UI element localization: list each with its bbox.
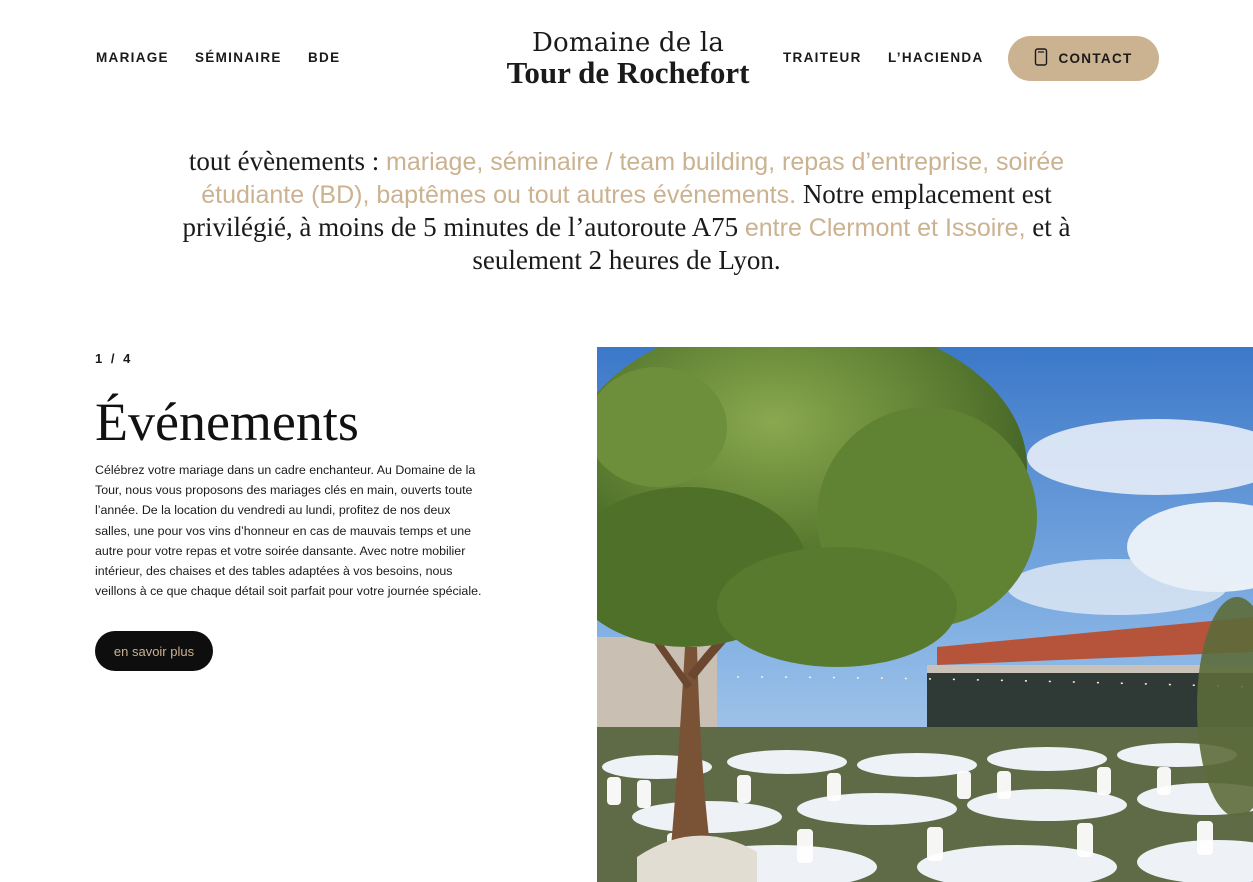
slide-current: 1 <box>95 351 104 366</box>
learn-more-button[interactable]: en savoir plus <box>95 631 213 671</box>
site-logo[interactable]: Domaine de la Tour de Rochefort <box>500 28 756 88</box>
nav-seminaire[interactable]: SÉMINAIRE <box>195 50 282 65</box>
event-photo <box>597 347 1253 882</box>
slide-total: 4 <box>123 351 132 366</box>
intro-highlight-location: entre Clermont et Issoire, <box>744 214 1026 242</box>
nav-mariage[interactable]: MARIAGE <box>96 50 169 65</box>
slide-counter: 1 / 4 <box>95 351 131 366</box>
contact-label: CONTACT <box>1058 51 1133 66</box>
nav-hacienda[interactable]: L’HACIENDA <box>888 50 984 65</box>
slide-separator: / <box>110 351 116 366</box>
intro-text-1: tout évènements : <box>188 146 387 176</box>
contact-button[interactable]: CONTACT <box>1008 36 1159 81</box>
nav-bde[interactable]: BDE <box>308 50 340 65</box>
slide-title: Événements <box>95 392 359 452</box>
logo-line-2: Tour de Rochefort <box>506 55 750 90</box>
intro-paragraph: tout évènements : mariage, séminaire / t… <box>170 145 1083 276</box>
slide-description: Célébrez votre mariage dans un cadre enc… <box>95 463 482 599</box>
nav-traiteur[interactable]: TRAITEUR <box>783 50 862 65</box>
main-navigation: MARIAGE SÉMINAIRE BDE Domaine de la Tour… <box>0 0 1253 116</box>
phone-icon <box>1034 48 1048 69</box>
logo-line-1: Domaine de la <box>531 28 725 58</box>
